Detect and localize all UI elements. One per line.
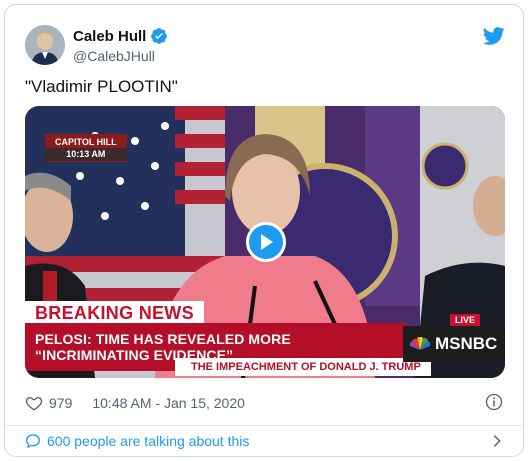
twitter-bird-icon[interactable] xyxy=(483,25,505,47)
live-badge: LIVE xyxy=(450,314,481,326)
info-icon[interactable] xyxy=(485,393,503,411)
heart-icon[interactable] xyxy=(25,394,43,412)
video-time-label: 10:13 AM xyxy=(45,148,127,161)
author-handle[interactable]: @CalebJHull xyxy=(73,48,155,64)
tweet-card: Caleb Hull @CalebJHull "Vladimir PLOOTIN… xyxy=(4,4,524,457)
peacock-icon xyxy=(409,337,431,350)
network-label: MSNBC xyxy=(435,334,498,353)
verified-badge-icon xyxy=(151,28,168,44)
play-button[interactable] xyxy=(246,222,286,262)
chevron-right-icon[interactable] xyxy=(489,433,505,449)
divider xyxy=(5,425,523,426)
breaking-news-label: BREAKING NEWS xyxy=(25,301,204,325)
location-badge: CAPITOL HILL 10:13 AM xyxy=(45,134,127,162)
location-label: CAPITOL HILL xyxy=(55,137,117,147)
comment-bubble-icon xyxy=(25,434,41,449)
video-player[interactable]: CAPITOL HILL 10:13 AM BREAKING NEWS PELO… xyxy=(25,106,505,378)
news-subline: THE IMPEACHMENT OF DONALD J. TRUMP xyxy=(175,358,431,376)
author-name-text: Caleb Hull xyxy=(73,27,147,45)
conversation-link[interactable]: 600 people are talking about this xyxy=(25,433,249,449)
conversation-label: 600 people are talking about this xyxy=(47,433,250,449)
tweet-timestamp[interactable]: 10:48 AM - Jan 15, 2020 xyxy=(92,395,245,411)
tweet-meta: 979 10:48 AM - Jan 15, 2020 xyxy=(25,394,245,412)
tweet-text: "Vladimir PLOOTIN" xyxy=(25,77,178,96)
network-logo: MSNBC xyxy=(403,326,505,362)
avatar[interactable] xyxy=(25,25,65,65)
author-name[interactable]: Caleb Hull xyxy=(73,27,168,45)
like-count[interactable]: 979 xyxy=(49,395,72,411)
play-icon xyxy=(261,234,273,250)
